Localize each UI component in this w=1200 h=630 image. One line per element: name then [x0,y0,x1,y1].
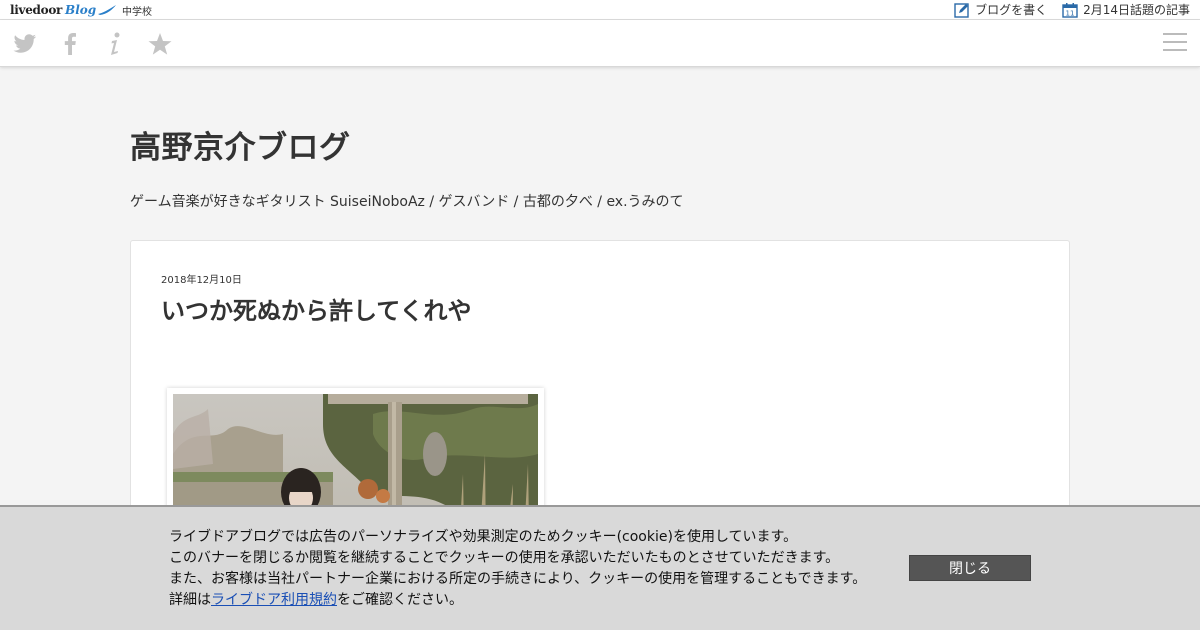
logo-livedoor-text: livedoor [10,3,63,17]
info-icon[interactable] [102,31,128,57]
cookie-line-2: このバナーを閉じるか閲覧を継続することでクッキーの使用を承認いただいたものとさせ… [169,550,840,566]
menu-icon[interactable] [1163,33,1187,53]
cookie-line-3: また、お客様は当社パートナー企業における所定の手続きにより、クッキーの使用を管理… [169,571,867,587]
post-date: 2018年12月10日 [161,275,242,286]
logo-bird-icon [98,5,117,15]
logo-blog-text: Blog [65,3,97,17]
trending-articles-label: 2月14日話題の記事 [1083,3,1190,17]
star-icon[interactable] [147,31,173,57]
cookie-message: ライブドアブログでは広告のパーソナライズや効果測定のためクッキー(cookie)… [169,527,866,611]
facebook-icon[interactable] [57,31,83,57]
menu-line [1163,33,1187,35]
close-banner-button[interactable]: 閉じる [909,555,1031,581]
category-link[interactable]: 中学校 [122,3,152,18]
terms-of-use-link[interactable]: ライブドア利用規約 [211,592,337,608]
cookie-line-4-suffix: をご確認ください。 [337,592,463,608]
twitter-icon[interactable] [12,31,38,57]
pencil-icon [954,2,969,18]
livedoor-topbar: livedoor Blog 中学校 ブログを書く 11 2月14日話題の記事 [0,0,1200,20]
livedoor-blog-logo[interactable]: livedoor Blog [10,2,117,18]
blog-description: ゲーム音楽が好きなギタリスト SuiseiNoboAz / ゲスバンド / 古都… [130,194,684,210]
cookie-line-4-prefix: 詳細は [169,592,211,608]
cookie-line-4: 詳細はライブドア利用規約をご確認ください。 [169,590,866,611]
write-blog-label: ブログを書く [975,3,1048,17]
calendar-day: 11 [1066,9,1075,17]
menu-line [1163,41,1187,43]
cookie-consent-banner: ライブドアブログでは広告のパーソナライズや効果測定のためクッキー(cookie)… [0,505,1200,630]
menu-line [1163,49,1187,51]
calendar-icon: 11 [1062,2,1078,18]
post-title[interactable]: いつか死ぬから許してくれや [161,291,472,326]
write-blog-link[interactable]: ブログを書く [954,1,1047,18]
share-bar [0,20,1200,67]
blog-title[interactable]: 高野京介ブログ [130,122,351,167]
cookie-line-1: ライブドアブログでは広告のパーソナライズや効果測定のためクッキー(cookie)… [169,529,798,545]
trending-articles-link[interactable]: 11 2月14日話題の記事 [1062,1,1190,18]
